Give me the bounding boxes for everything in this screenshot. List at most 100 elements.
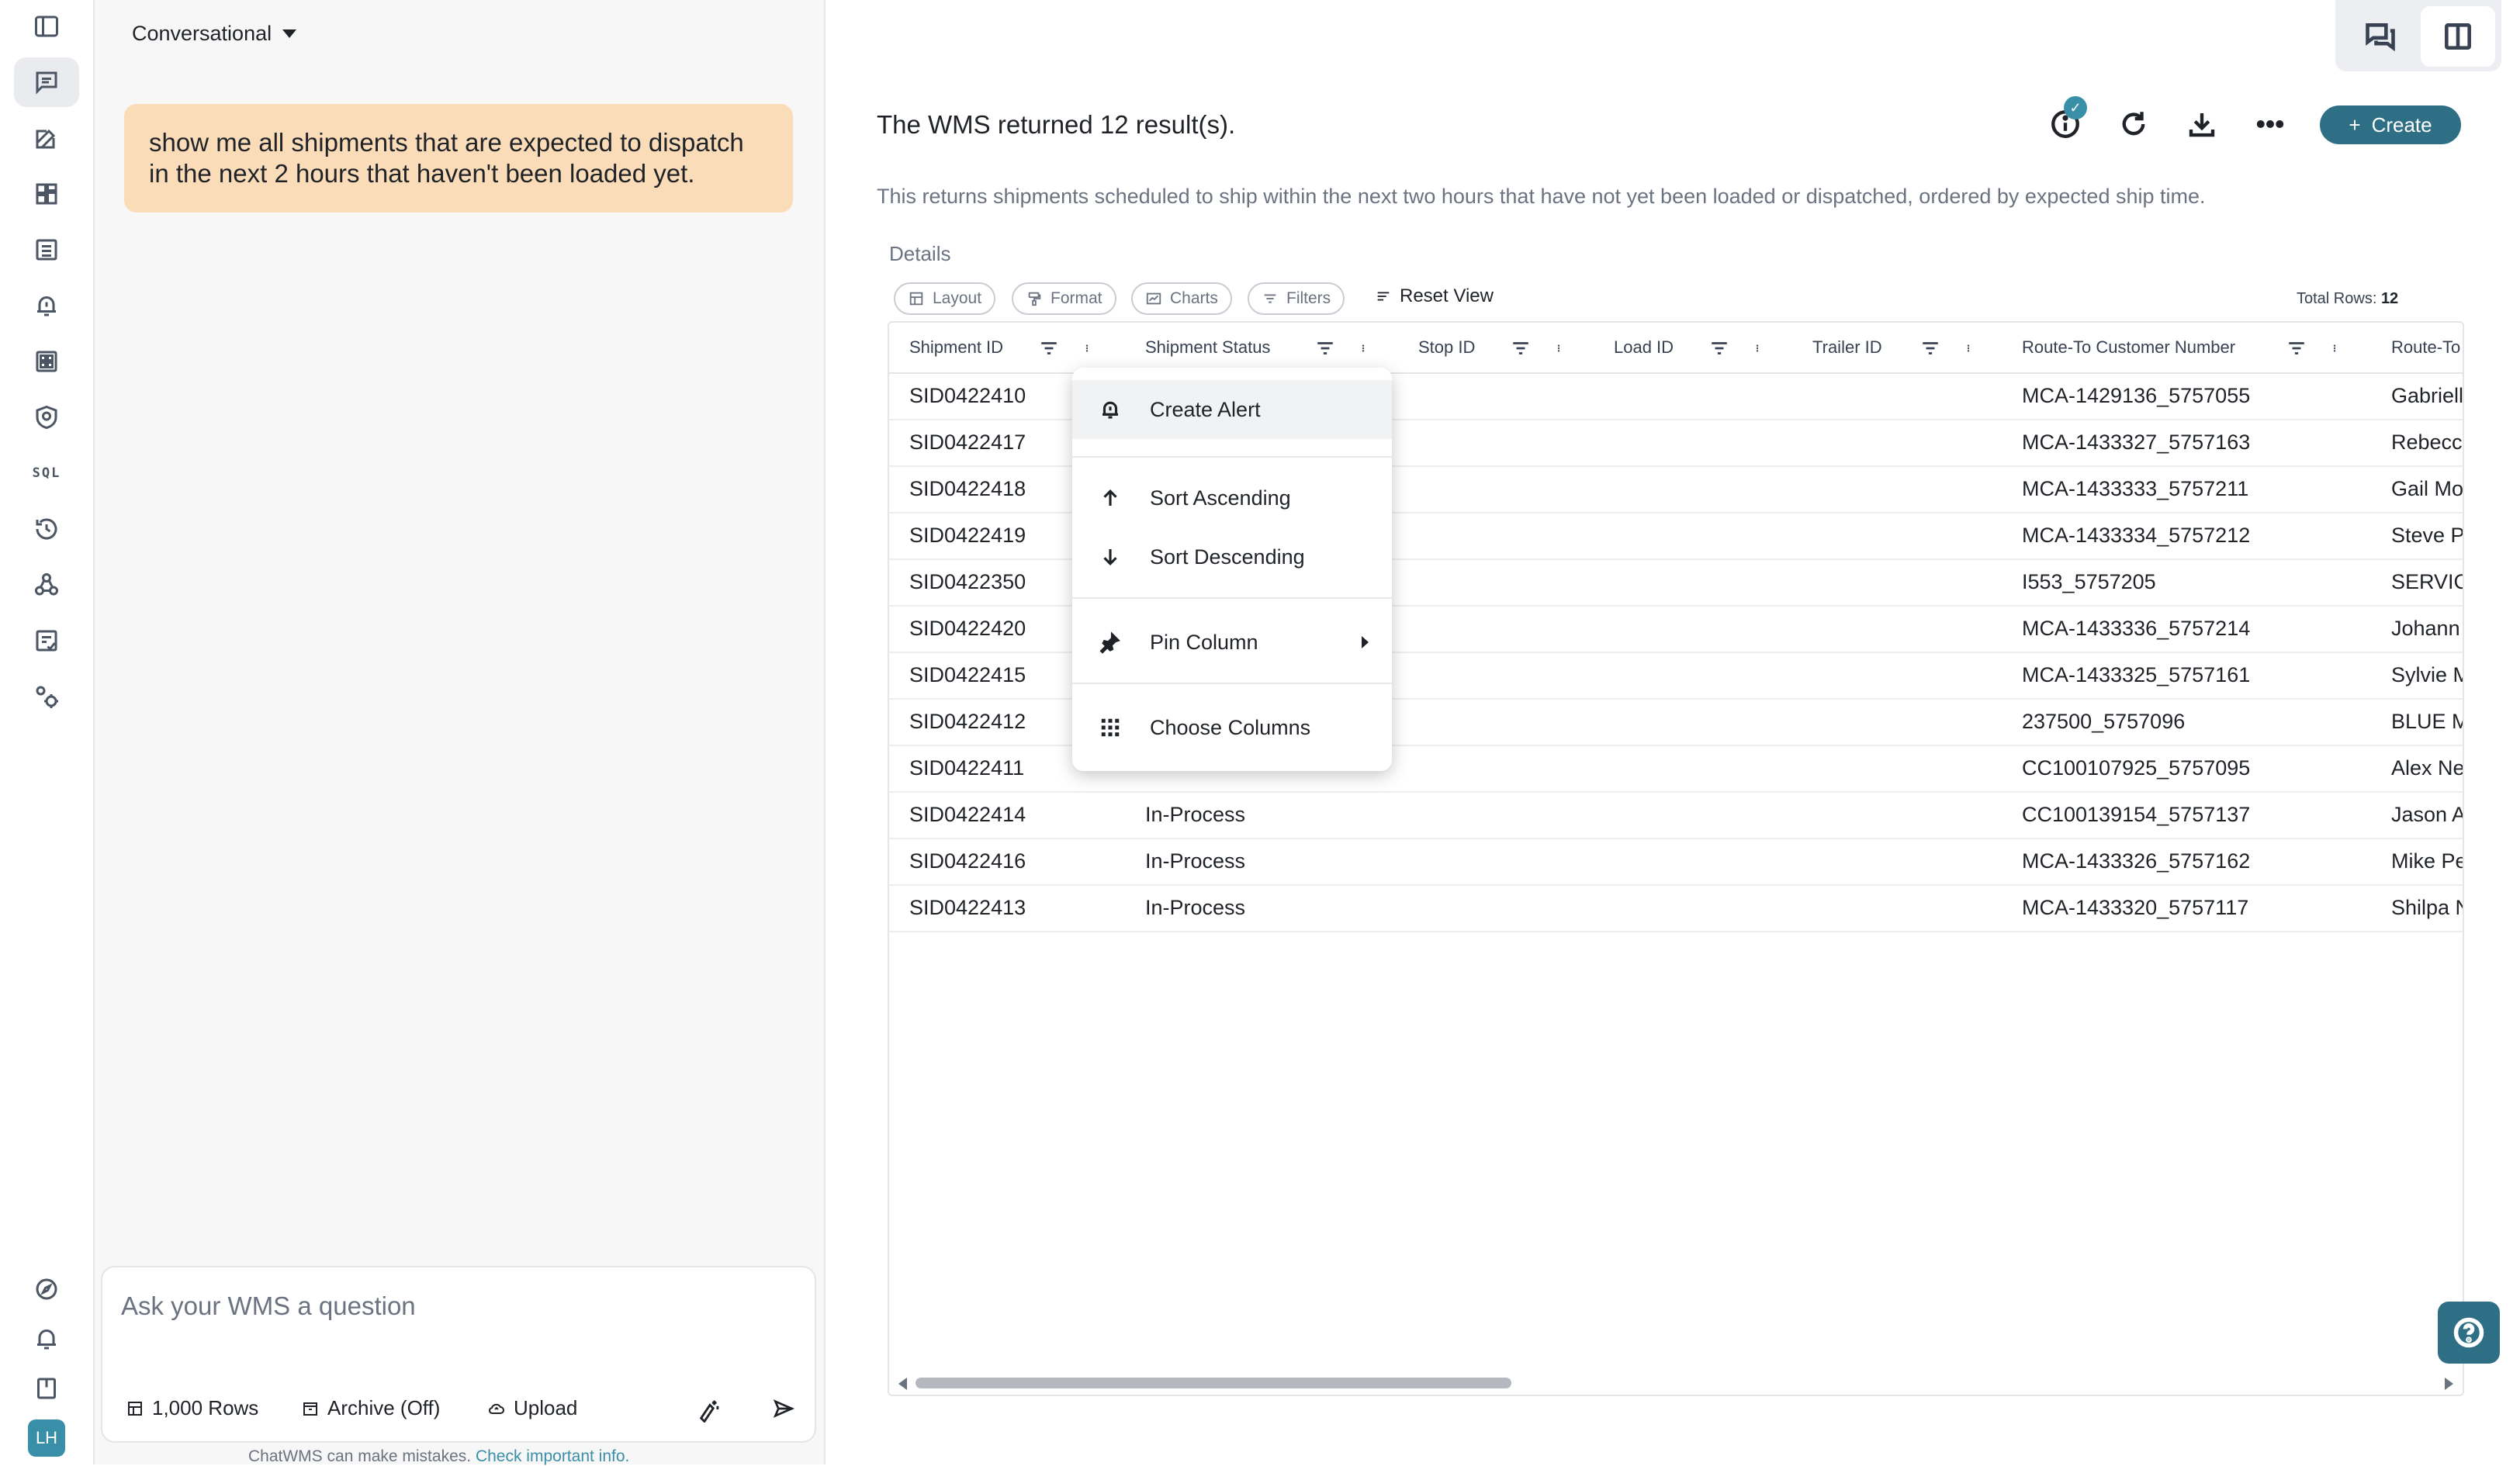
cell-customer-number: 237500_5757096 [2022, 709, 2186, 733]
menu-divider [1072, 456, 1392, 458]
filter-icon[interactable] [1510, 338, 1532, 358]
help-button[interactable] [2438, 1302, 2500, 1364]
menu-item-create-alert[interactable]: Create Alert [1072, 380, 1392, 439]
column-menu-icon[interactable] [2331, 338, 2338, 358]
table-row[interactable]: SID0422414 In-Process CC100139154_575713… [889, 791, 2463, 839]
rows-limit-button[interactable]: 1,000 Rows [126, 1396, 258, 1420]
split-view-icon[interactable] [2421, 6, 2495, 67]
avatar[interactable]: LH [28, 1419, 65, 1457]
menu-item-sort-descending[interactable]: Sort Descending [1072, 527, 1392, 586]
more-options-icon[interactable] [2248, 102, 2292, 146]
cell-shipment-id: SID0422417 [909, 430, 1026, 454]
scroll-right-arrow-icon[interactable] [2445, 1378, 2453, 1390]
layout-button[interactable]: Layout [894, 282, 996, 315]
checklist-icon[interactable] [14, 616, 79, 666]
cell-route-to: SERVIC [2391, 569, 2464, 593]
important-info-link[interactable]: Check important info. [476, 1447, 629, 1465]
menu-item-choose-columns[interactable]: Choose Columns [1072, 698, 1392, 757]
send-button[interactable] [771, 1396, 796, 1421]
menu-label: Create Alert [1150, 397, 1261, 421]
shield-icon[interactable] [14, 392, 79, 442]
filter-icon[interactable] [2286, 338, 2307, 358]
horizontal-scrollbar[interactable] [892, 1373, 2459, 1393]
create-label: Create [2371, 112, 2432, 137]
column-header-route-to[interactable]: Route-To [2391, 323, 2460, 372]
download-icon[interactable] [2180, 102, 2224, 146]
menu-divider [1072, 683, 1392, 684]
archive-toggle-button[interactable]: Archive (Off) [301, 1396, 440, 1420]
cell-customer-number: MCA-1433326_5757162 [2022, 849, 2251, 873]
chat-icon[interactable] [14, 57, 79, 107]
column-menu-icon[interactable] [1555, 338, 1563, 358]
book-icon[interactable] [14, 1364, 79, 1413]
filter-icon[interactable] [1038, 338, 1060, 358]
dashboard-icon[interactable] [14, 169, 79, 219]
upload-button[interactable]: Upload [487, 1396, 577, 1420]
chat-view-icon[interactable] [2343, 6, 2418, 67]
scroll-left-arrow-icon[interactable] [898, 1378, 907, 1390]
column-header-load-id[interactable]: Load ID [1614, 323, 1674, 372]
magic-prompt-button[interactable] [697, 1396, 723, 1423]
cell-shipment-id: SID0422415 [909, 662, 1026, 686]
compass-icon[interactable] [14, 1264, 79, 1314]
list-icon[interactable] [14, 225, 79, 275]
cell-shipment-id: SID0422420 [909, 616, 1026, 640]
sidebar-toggle-icon[interactable] [14, 2, 79, 51]
webhook-icon[interactable] [14, 560, 79, 610]
disclaimer: ChatWMS can make mistakes. Check importa… [248, 1447, 629, 1466]
archive-icon [303, 1402, 317, 1416]
rows-icon [128, 1401, 142, 1416]
cell-shipment-id: SID0422411 [909, 755, 1025, 780]
history-icon[interactable] [14, 504, 79, 554]
settings-gears-icon[interactable] [14, 672, 79, 721]
header-actions [2286, 338, 2338, 358]
filters-button[interactable]: Filters [1248, 282, 1345, 315]
column-menu-icon[interactable] [1083, 338, 1091, 358]
column-menu-icon[interactable] [1964, 338, 1972, 358]
view-switch [2335, 0, 2501, 71]
cell-customer-number: CC100107925_5757095 [2022, 755, 2251, 780]
filter-icon[interactable] [1708, 338, 1730, 358]
notifications-icon[interactable] [14, 1314, 79, 1364]
apps-grid-icon[interactable] [14, 337, 79, 386]
column-header-stop-id[interactable]: Stop ID [1418, 323, 1475, 372]
table-row[interactable]: SID0422416 In-Process MCA-1433326_575716… [889, 838, 2463, 886]
sql-icon[interactable]: SQL [14, 448, 79, 498]
left-nav-rail: SQL [0, 0, 95, 1464]
plus-icon: + [2349, 112, 2361, 137]
edit-icon[interactable] [14, 113, 79, 163]
filters-label: Filters [1286, 289, 1331, 307]
column-header-trailer-id[interactable]: Trailer ID [1812, 323, 1882, 372]
cloud-upload-icon [489, 1403, 504, 1414]
format-button[interactable]: Format [1012, 282, 1116, 315]
menu-divider [1072, 597, 1392, 599]
result-description: This returns shipments scheduled to ship… [877, 185, 2206, 208]
mode-dropdown[interactable]: Conversational [132, 22, 297, 46]
menu-label: Sort Descending [1150, 545, 1305, 569]
create-button[interactable]: + Create [2320, 105, 2461, 144]
cell-shipment-id: SID0422416 [909, 849, 1026, 873]
grid-header: Shipment ID Shipment Status Stop ID Load… [889, 323, 2463, 374]
reset-view-button[interactable]: Reset View [1375, 285, 1494, 307]
menu-item-sort-ascending[interactable]: Sort Ascending [1072, 468, 1392, 527]
column-header-shipment-id[interactable]: Shipment ID [909, 323, 1003, 372]
scrollbar-thumb[interactable] [916, 1378, 1511, 1388]
cell-customer-number: MCA-1429136_5757055 [2022, 383, 2251, 407]
result-title: The WMS returned 12 result(s). [877, 110, 1236, 139]
menu-item-pin-column[interactable]: Pin Column [1072, 613, 1392, 672]
question-input[interactable] [119, 1291, 790, 1322]
cell-route-to: BLUE M [2391, 709, 2464, 733]
column-menu-icon[interactable] [1753, 338, 1761, 358]
column-menu-icon[interactable] [1359, 338, 1367, 358]
filter-icon[interactable] [1919, 338, 1941, 358]
charts-button[interactable]: Charts [1131, 282, 1232, 315]
filter-icon[interactable] [1314, 338, 1336, 358]
table-row[interactable]: SID0422413 In-Process MCA-1433320_575711… [889, 884, 2464, 932]
cell-route-to: Shilpa N [2391, 895, 2464, 919]
header-actions [1919, 338, 1972, 358]
alert-bell-icon[interactable] [14, 281, 79, 330]
refresh-icon[interactable] [2112, 102, 2155, 146]
chart-icon [1146, 292, 1161, 305]
column-header-shipment-status[interactable]: Shipment Status [1145, 323, 1270, 372]
column-header-route-to-customer-number[interactable]: Route-To Customer Number [2022, 323, 2235, 372]
